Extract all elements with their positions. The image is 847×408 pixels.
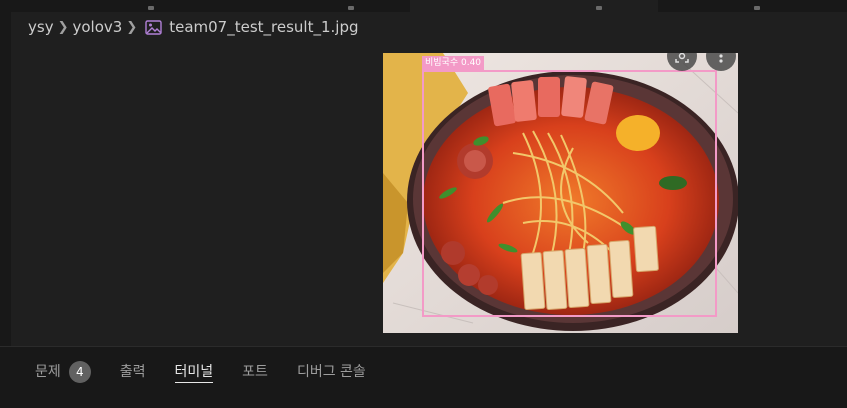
tab-output[interactable]: 출력	[120, 360, 146, 384]
problems-count-badge: 4	[68, 361, 91, 383]
bottom-panel: 문제 4 출력 터미널 포트 디버그 콘솔	[0, 346, 847, 408]
breadcrumb: ysy ❯ yolov3 ❯ team07_test_result_1.jpg	[28, 16, 358, 38]
vertical-scrollbar[interactable]	[821, 12, 847, 346]
chevron-right-icon: ❯	[126, 19, 138, 35]
editor-tab[interactable]	[658, 0, 821, 12]
tab-ports[interactable]: 포트	[242, 360, 268, 384]
tab-label: 디버그 콘솔	[296, 364, 366, 380]
tab-label: 포트	[242, 364, 268, 380]
image-search-icon	[675, 53, 689, 63]
editor-tab-strip	[0, 0, 847, 12]
tab-label: 터미널	[174, 364, 214, 380]
tab-debug-console[interactable]: 디버그 콘솔	[297, 360, 366, 384]
breadcrumb-item-yolov3[interactable]: yolov3	[72, 18, 122, 36]
image-viewer[interactable]: 비빔국수 0.40	[383, 53, 738, 333]
detection-label: 비빔국수 0.40	[422, 56, 485, 70]
left-gutter	[0, 12, 11, 346]
chevron-right-icon: ❯	[57, 19, 69, 35]
more-vertical-icon	[719, 54, 723, 63]
tab-terminal[interactable]: 터미널	[174, 360, 214, 384]
editor-window: ysy ❯ yolov3 ❯ team07_test_result_1.jpg	[0, 0, 847, 408]
image-file-icon	[145, 19, 162, 35]
breadcrumb-file-name[interactable]: team07_test_result_1.jpg	[169, 18, 358, 36]
tab-problems[interactable]: 문제 4	[35, 360, 91, 384]
tab-label: 출력	[119, 364, 146, 380]
editor-tab[interactable]	[0, 0, 211, 12]
detection-box	[422, 70, 717, 317]
editor-tab[interactable]	[210, 0, 411, 12]
panel-tab-bar: 문제 4 출력 터미널 포트 디버그 콘솔	[35, 360, 395, 384]
breadcrumb-item-ysy[interactable]: ysy	[28, 18, 54, 36]
tab-label: 문제	[35, 364, 61, 380]
editor-tab[interactable]	[820, 0, 847, 12]
editor-tab-active[interactable]	[410, 0, 659, 12]
